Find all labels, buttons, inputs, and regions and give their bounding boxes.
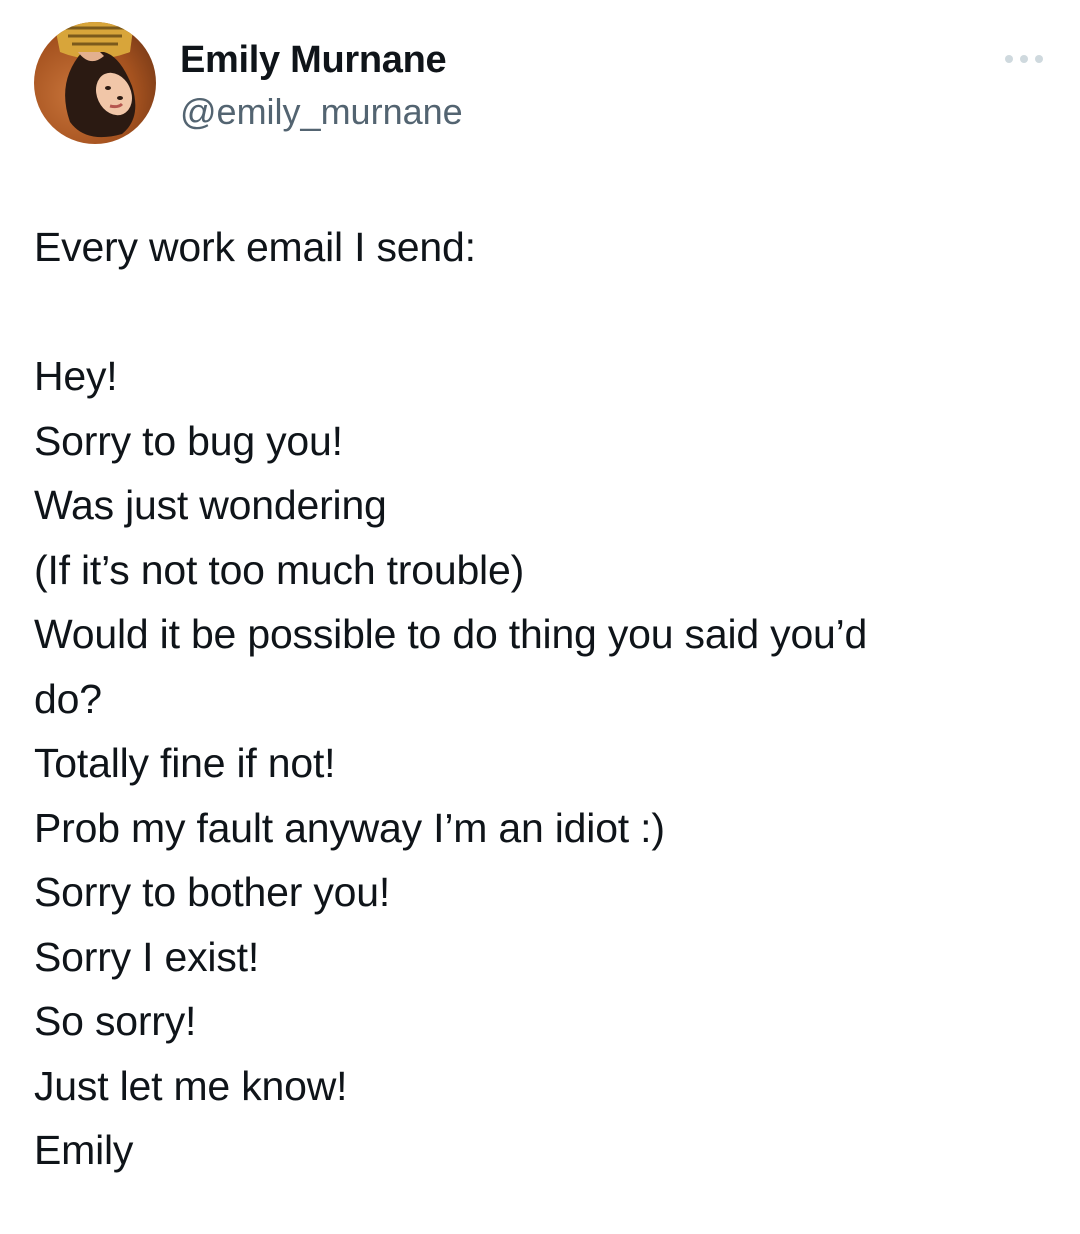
tweet-line: Prob my fault anyway I’m an idiot :): [34, 804, 665, 851]
tweet-intro: Every work email I send:: [34, 224, 476, 270]
tweet-line: Sorry to bug you!: [34, 417, 343, 464]
author-display-name[interactable]: Emily Murnane: [180, 38, 463, 82]
tweet-text: Every work email I send: Hey! Sorry to b…: [34, 215, 1046, 1183]
tweet-line: Would it be possible to do thing you sai…: [34, 611, 868, 657]
tweet-line: Sorry to bother you!: [34, 869, 391, 915]
tweet-line: (If it’s not too much trouble): [34, 546, 525, 593]
tweet-line: do?: [34, 675, 102, 722]
tweet-header: Emily Murnane @emily_murnane: [34, 22, 1046, 146]
more-options-icon: [1005, 55, 1043, 63]
tweet-line: Was just wondering: [34, 482, 387, 528]
profile-photo-avatar: [34, 22, 156, 144]
author-identity: Emily Murnane @emily_murnane: [180, 38, 463, 134]
tweet-line: So sorry!: [34, 998, 197, 1044]
author-handle[interactable]: @emily_murnane: [180, 90, 463, 134]
more-options-button[interactable]: [1002, 52, 1046, 66]
tweet-line: Hey!: [34, 353, 118, 399]
tweet-line: Sorry I exist!: [34, 933, 260, 980]
tweet-line: Just let me know!: [34, 1062, 348, 1109]
tweet-line: Totally fine if not!: [34, 740, 336, 786]
avatar[interactable]: [34, 22, 156, 144]
tweet-line: Emily: [34, 1127, 134, 1173]
